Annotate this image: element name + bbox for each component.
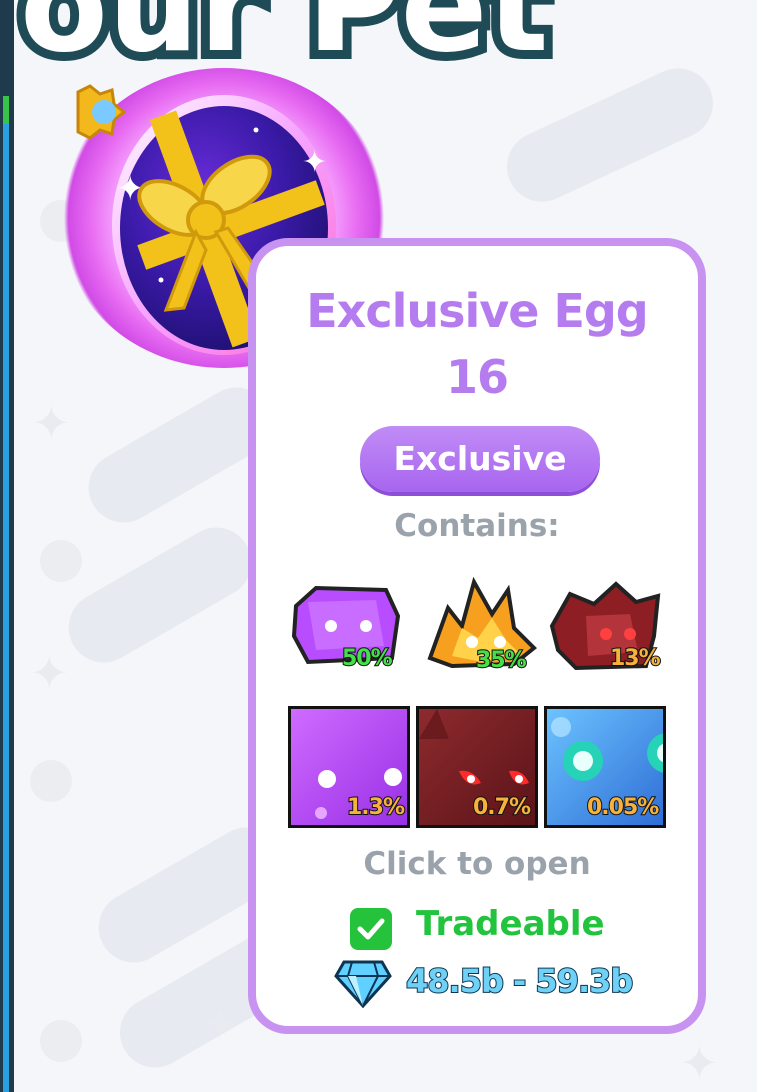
pet-red-demon-tile[interactable]: 0.7%: [416, 706, 538, 828]
pet-fire-fox[interactable]: 35%: [422, 568, 542, 678]
pet-chance: 0.7%: [472, 794, 532, 821]
pet-chance: 0.05%: [586, 794, 660, 821]
pet-blue-eyed-tile[interactable]: 0.05%: [544, 706, 666, 828]
pet-chance: 1.3%: [346, 794, 406, 821]
pet-chance: 50%: [341, 645, 394, 672]
pet-chance: 35%: [475, 647, 528, 674]
left-frame-bar: [0, 0, 14, 1092]
price-range: 48.5b - 59.3b: [405, 961, 634, 1001]
pet-purple-cube[interactable]: 50%: [286, 576, 406, 676]
egg-title: Exclusive Egg: [306, 284, 649, 338]
egg-info-card: Exclusive Egg 16 Exclusive Contains: 50%…: [248, 238, 706, 1034]
click-to-open-label: Click to open: [363, 846, 591, 882]
egg-number: 16: [445, 350, 509, 404]
exclusive-badge: Exclusive: [360, 426, 600, 492]
diamond-icon: [334, 960, 392, 1008]
pet-purple-tile[interactable]: 1.3%: [288, 706, 410, 828]
pet-dark-red-dragon[interactable]: 13%: [546, 576, 666, 676]
tradeable-label: Tradeable: [416, 904, 605, 944]
contains-label: Contains:: [394, 508, 560, 544]
svg-text:✦: ✦: [302, 145, 327, 180]
checkbox-icon: [350, 908, 392, 950]
pet-chance: 13%: [609, 645, 662, 672]
